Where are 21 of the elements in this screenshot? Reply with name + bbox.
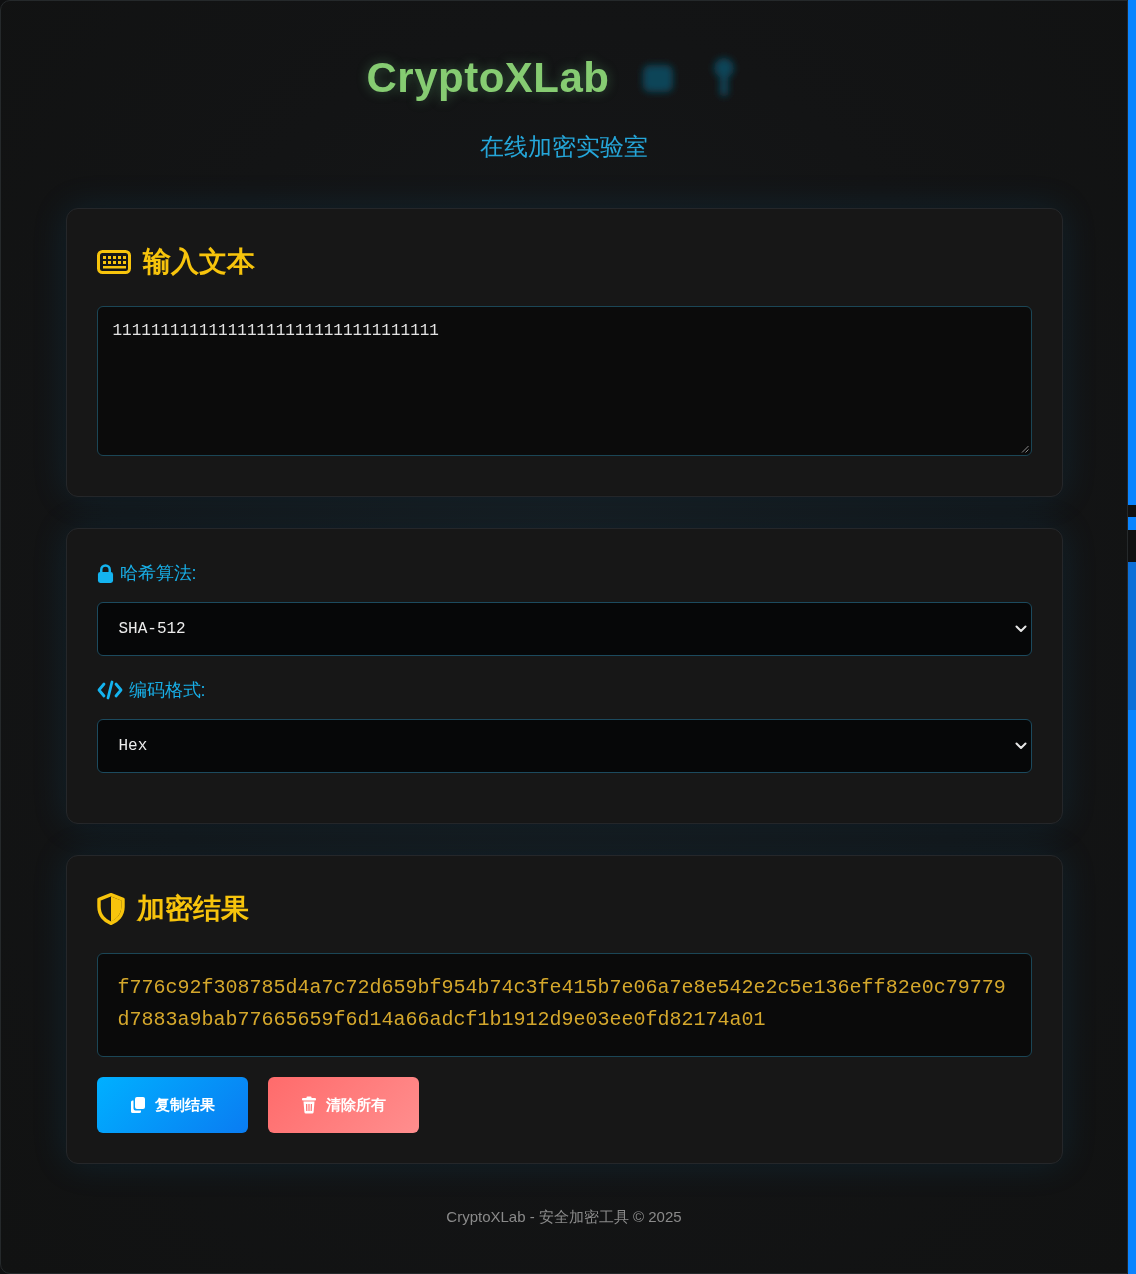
code-icon (96, 680, 123, 700)
field-label: 编码格式: (128, 679, 206, 702)
app-subtitle: 在线加密实验室 (480, 132, 648, 162)
resize-grip-icon[interactable] (1020, 445, 1029, 453)
lock-icon (96, 563, 114, 583)
keyboard-icon (96, 249, 131, 274)
hash-output: f776c92f308785d4a7c72d659bf954b74c3fe415b7e06a7e8e542e2c5e136eff82e0c79779d7883a9bab77665659f6d14a66adcf1b1912d9e03ee0fd82174a01 (96, 953, 1032, 1057)
scrollbar[interactable] (1128, 0, 1136, 1274)
text-input-field[interactable]: 1111111111111111111111111111111111 (96, 306, 1032, 456)
field-label: 哈希算法: (119, 562, 197, 585)
dropdown-select[interactable]: Hex (96, 719, 1032, 773)
chevron-down-icon (1014, 742, 1027, 750)
section-title: 加密结果 (136, 892, 249, 926)
shield-icon (96, 892, 125, 925)
copy-icon (129, 1096, 146, 1114)
section-title: 输入文本 (142, 245, 255, 279)
dropdown-select[interactable]: SHA-512 (96, 602, 1032, 656)
footer-text: CryptoXLab - 安全加密工具 © 2025 (446, 1207, 682, 1227)
trash-icon (300, 1096, 317, 1114)
chevron-down-icon (1014, 625, 1027, 633)
app-title: CryptoXLab (366, 53, 610, 103)
